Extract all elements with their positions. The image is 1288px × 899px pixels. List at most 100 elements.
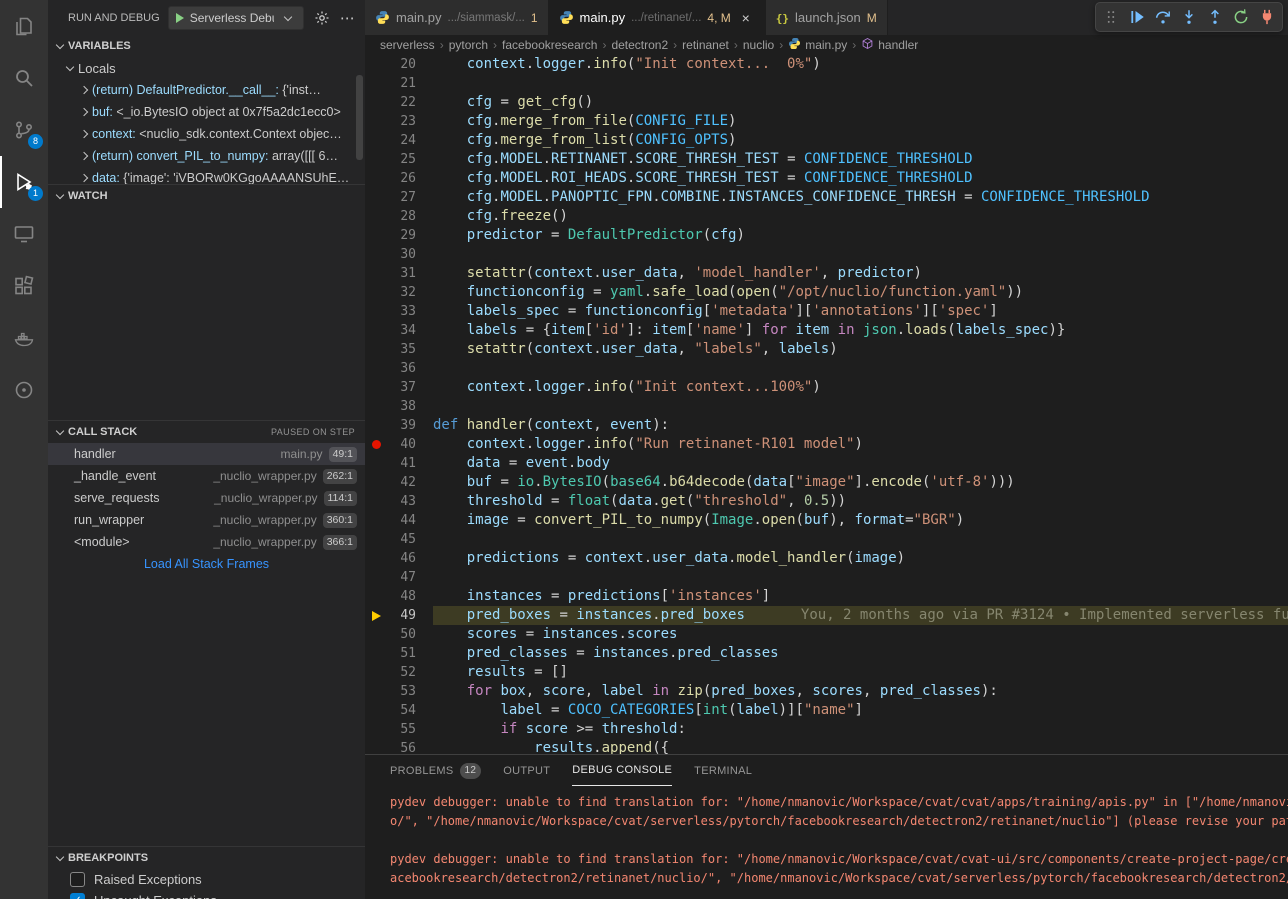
editor-gutter[interactable]: 40 xyxy=(365,435,433,454)
code-line[interactable]: 53 for box, score, label in zip(pred_box… xyxy=(365,682,1288,701)
breakpoint-row[interactable]: ✓Uncaught Exceptions xyxy=(48,890,365,899)
code-line[interactable]: 30 xyxy=(365,245,1288,264)
code-line[interactable]: 20 context.logger.info("Init context... … xyxy=(365,55,1288,74)
code-line[interactable]: 43 threshold = float(data.get("threshold… xyxy=(365,492,1288,511)
code-line[interactable]: 55 if score >= threshold: xyxy=(365,720,1288,739)
editor-gutter[interactable]: 24 xyxy=(365,131,433,150)
editor-gutter[interactable]: 31 xyxy=(365,264,433,283)
code-line[interactable]: 24 cfg.merge_from_list(CONFIG_OPTS) xyxy=(365,131,1288,150)
more-actions-icon[interactable]: ⋯ xyxy=(339,8,357,28)
code-line[interactable]: 34 labels = {item['id']: item['name'] fo… xyxy=(365,321,1288,340)
explorer-icon[interactable] xyxy=(0,0,48,52)
editor-tab-main.py[interactable]: main.py.../siammask/...1 xyxy=(365,0,549,35)
code-line[interactable]: 42 buf = io.BytesIO(base64.b64decode(dat… xyxy=(365,473,1288,492)
breakpoint-dot[interactable] xyxy=(372,440,381,449)
variable-row[interactable]: (return) convert_PIL_to_numpy: array([[[… xyxy=(48,145,365,167)
call-stack-section-header[interactable]: CALL STACK PAUSED ON STEP xyxy=(48,421,365,443)
editor-gutter[interactable]: 30 xyxy=(365,245,433,264)
editor-gutter[interactable]: 27 xyxy=(365,188,433,207)
step-into-icon[interactable] xyxy=(1177,4,1201,30)
code-line[interactable]: 47 xyxy=(365,568,1288,587)
remote-explorer-icon[interactable] xyxy=(0,208,48,260)
breadcrumb-item-nuclio[interactable]: nuclio xyxy=(743,38,774,52)
editor-gutter[interactable]: 48 xyxy=(365,587,433,606)
run-and-debug-icon[interactable]: 1 xyxy=(0,156,48,208)
code-line[interactable]: 23 cfg.merge_from_file(CONFIG_FILE) xyxy=(365,112,1288,131)
editor-gutter[interactable]: 35 xyxy=(365,340,433,359)
code-line[interactable]: 48 instances = predictions['instances'] xyxy=(365,587,1288,606)
extensions-icon[interactable] xyxy=(0,260,48,312)
circle-dot-icon[interactable] xyxy=(0,364,48,416)
editor-gutter[interactable]: 53 xyxy=(365,682,433,701)
editor-gutter[interactable]: 28 xyxy=(365,207,433,226)
disconnect-icon[interactable] xyxy=(1255,4,1279,30)
step-out-icon[interactable] xyxy=(1203,4,1227,30)
restart-icon[interactable] xyxy=(1229,4,1253,30)
start-debugging-icon[interactable] xyxy=(176,13,184,23)
variable-row[interactable]: data: {'image': 'iVBORw0KGgoAAAANSUhE… xyxy=(48,167,365,184)
close-icon[interactable]: × xyxy=(737,10,755,26)
editor-gutter[interactable]: 34 xyxy=(365,321,433,340)
code-line[interactable]: 56 results.append({ xyxy=(365,739,1288,754)
gripper-icon[interactable] xyxy=(1099,4,1123,30)
editor-gutter[interactable]: 25 xyxy=(365,150,433,169)
editor-gutter[interactable]: 33 xyxy=(365,302,433,321)
editor-gutter[interactable]: 32 xyxy=(365,283,433,302)
editor-gutter[interactable]: 23 xyxy=(365,112,433,131)
editor-gutter[interactable]: 26 xyxy=(365,169,433,188)
code-line[interactable]: 49 pred_boxes = instances.pred_boxesYou,… xyxy=(365,606,1288,625)
docker-icon[interactable] xyxy=(0,312,48,364)
editor-gutter[interactable]: 50 xyxy=(365,625,433,644)
editor-gutter[interactable]: 43 xyxy=(365,492,433,511)
code-line[interactable]: 44 image = convert_PIL_to_numpy(Image.op… xyxy=(365,511,1288,530)
watch-section-header[interactable]: WATCH xyxy=(48,185,365,207)
breadcrumb-item-pytorch[interactable]: pytorch xyxy=(449,38,488,52)
code-line[interactable]: 46 predictions = context.user_data.model… xyxy=(365,549,1288,568)
editor-gutter[interactable]: 22 xyxy=(365,93,433,112)
code-editor[interactable]: 20 context.logger.info("Init context... … xyxy=(365,55,1288,754)
editor-gutter[interactable]: 20 xyxy=(365,55,433,74)
panel-tab-output[interactable]: OUTPUT xyxy=(503,755,550,786)
code-line[interactable]: 36 xyxy=(365,359,1288,378)
code-line[interactable]: 41 data = event.body xyxy=(365,454,1288,473)
editor-gutter[interactable]: 42 xyxy=(365,473,433,492)
code-line[interactable]: 26 cfg.MODEL.ROI_HEADS.SCORE_THRESH_TEST… xyxy=(365,169,1288,188)
stack-frame-row[interactable]: <module>_nuclio_wrapper.py366:1 xyxy=(48,531,365,553)
debug-settings-gear-icon[interactable] xyxy=(312,8,330,28)
stack-frame-row[interactable]: run_wrapper_nuclio_wrapper.py360:1 xyxy=(48,509,365,531)
stack-frame-row[interactable]: handlermain.py49:1 xyxy=(48,443,365,465)
step-over-icon[interactable] xyxy=(1151,4,1175,30)
editor-gutter[interactable]: 52 xyxy=(365,663,433,682)
variable-row[interactable]: (return) DefaultPredictor.__call__: {'in… xyxy=(48,79,365,101)
code-line[interactable]: 29 predictor = DefaultPredictor(cfg) xyxy=(365,226,1288,245)
breadcrumb-item-retinanet[interactable]: retinanet xyxy=(682,38,729,52)
editor-gutter[interactable]: 44 xyxy=(365,511,433,530)
stack-frame-row[interactable]: _handle_event_nuclio_wrapper.py262:1 xyxy=(48,465,365,487)
stack-frame-row[interactable]: serve_requests_nuclio_wrapper.py114:1 xyxy=(48,487,365,509)
editor-gutter[interactable]: 39 xyxy=(365,416,433,435)
editor-gutter[interactable]: 56 xyxy=(365,739,433,754)
code-line[interactable]: 38 xyxy=(365,397,1288,416)
editor-gutter[interactable]: 54 xyxy=(365,701,433,720)
breadcrumb-item-serverless[interactable]: serverless xyxy=(380,38,435,52)
code-line[interactable]: 39def handler(context, event): xyxy=(365,416,1288,435)
panel-tab-problems[interactable]: PROBLEMS12 xyxy=(390,755,481,786)
checkbox[interactable]: ✓ xyxy=(70,893,85,899)
checkbox[interactable] xyxy=(70,872,85,887)
breadcrumb-item-facebookresearch[interactable]: facebookresearch xyxy=(502,38,597,52)
code-line[interactable]: 37 context.logger.info("Init context...1… xyxy=(365,378,1288,397)
code-line[interactable]: 54 label = COCO_CATEGORIES[int(label)]["… xyxy=(365,701,1288,720)
breakpoint-row[interactable]: Raised Exceptions xyxy=(48,869,365,890)
editor-tab-launch.json[interactable]: {}launch.jsonM xyxy=(766,0,888,35)
editor-gutter[interactable]: 38 xyxy=(365,397,433,416)
breadcrumb-item-detectron2[interactable]: detectron2 xyxy=(611,38,668,52)
code-line[interactable]: 28 cfg.freeze() xyxy=(365,207,1288,226)
code-line[interactable]: 35 setattr(context.user_data, "labels", … xyxy=(365,340,1288,359)
editor-gutter[interactable]: 46 xyxy=(365,549,433,568)
code-line[interactable]: 33 labels_spec = functionconfig['metadat… xyxy=(365,302,1288,321)
editor-gutter[interactable]: 49 xyxy=(365,606,433,625)
panel-tab-debug-console[interactable]: DEBUG CONSOLE xyxy=(572,755,672,786)
editor-gutter[interactable]: 21 xyxy=(365,74,433,93)
code-line[interactable]: 22 cfg = get_cfg() xyxy=(365,93,1288,112)
load-all-stack-frames-link[interactable]: Load All Stack Frames xyxy=(48,553,365,575)
